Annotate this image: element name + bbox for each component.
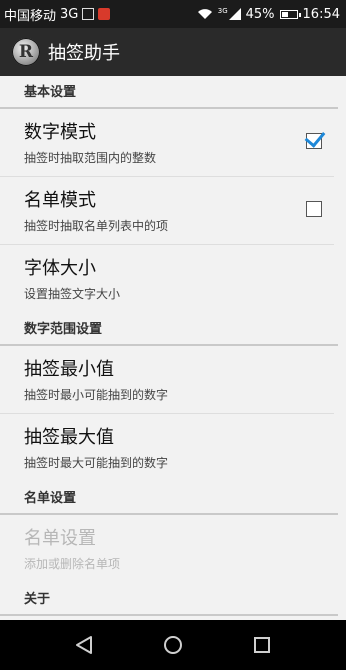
pref-list-mode[interactable]: 名单模式 抽签时抽取名单列表中的项 <box>0 177 334 245</box>
network-type-label: 3G <box>60 6 79 22</box>
pref-summary: 抽签时抽取范围内的整数 <box>24 151 157 165</box>
pref-list-settings: 名单设置 添加或删除名单项 <box>0 515 334 583</box>
screenshot-notification-icon <box>82 8 95 20</box>
category-about: 关于 <box>0 583 338 616</box>
home-button[interactable] <box>153 625 193 665</box>
pref-summary: 抽签时最大可能抽到的数字 <box>24 456 169 470</box>
status-bar: 中国移动 3G 3G 45% 16:54 <box>0 0 346 28</box>
pref-title: 抽签最小值 <box>24 359 114 380</box>
pref-title: 名单设置 <box>24 528 96 549</box>
signal-3g-label: 3G <box>217 7 228 15</box>
recents-icon <box>253 637 270 653</box>
wifi-icon <box>197 9 212 19</box>
list-mode-checkbox[interactable] <box>306 201 322 217</box>
home-icon <box>163 636 182 654</box>
pref-title: 数字模式 <box>24 122 96 143</box>
pref-title: 字体大小 <box>24 258 96 279</box>
number-mode-checkbox[interactable] <box>304 126 326 149</box>
pref-summary: 设置抽签文字大小 <box>24 287 121 301</box>
navigation-bar <box>0 620 346 670</box>
carrier-label: 中国移动 <box>4 8 57 24</box>
cell-signal-icon: 3G <box>218 8 241 20</box>
app-logo-icon[interactable]: R <box>12 38 40 66</box>
app-logo-letter: R <box>18 42 34 62</box>
pref-max-value[interactable]: 抽签最大值 抽签时最大可能抽到的数字 <box>0 414 334 482</box>
pref-summary: 抽签时最小可能抽到的数字 <box>24 388 169 402</box>
preference-list[interactable]: 基本设置 数字模式 抽签时抽取范围内的整数 名单模式 抽签时抽取名单列表中的项 … <box>0 76 346 620</box>
clock-label: 16:54 <box>302 6 340 22</box>
app-notification-icon <box>98 8 111 20</box>
pref-number-mode[interactable]: 数字模式 抽签时抽取范围内的整数 <box>0 109 334 177</box>
category-range-settings: 数字范围设置 <box>0 313 338 346</box>
battery-level <box>281 11 288 17</box>
category-basic-settings: 基本设置 <box>0 76 338 109</box>
category-list-settings: 名单设置 <box>0 482 338 515</box>
pref-summary: 抽签时抽取名单列表中的项 <box>24 219 169 233</box>
battery-percent-label: 45% <box>245 6 275 22</box>
back-icon <box>76 636 93 654</box>
action-bar: R 抽签助手 <box>0 28 346 76</box>
pref-summary: 添加或删除名单项 <box>24 557 121 571</box>
pref-title: 名单模式 <box>24 190 96 211</box>
back-button[interactable] <box>64 625 104 665</box>
app-title: 抽签助手 <box>48 43 120 64</box>
battery-icon <box>279 9 301 19</box>
pref-title: 抽签最大值 <box>24 427 114 448</box>
pref-font-size[interactable]: 字体大小 设置抽签文字大小 <box>0 245 334 313</box>
recents-button[interactable] <box>242 625 282 665</box>
pref-min-value[interactable]: 抽签最小值 抽签时最小可能抽到的数字 <box>0 346 334 414</box>
